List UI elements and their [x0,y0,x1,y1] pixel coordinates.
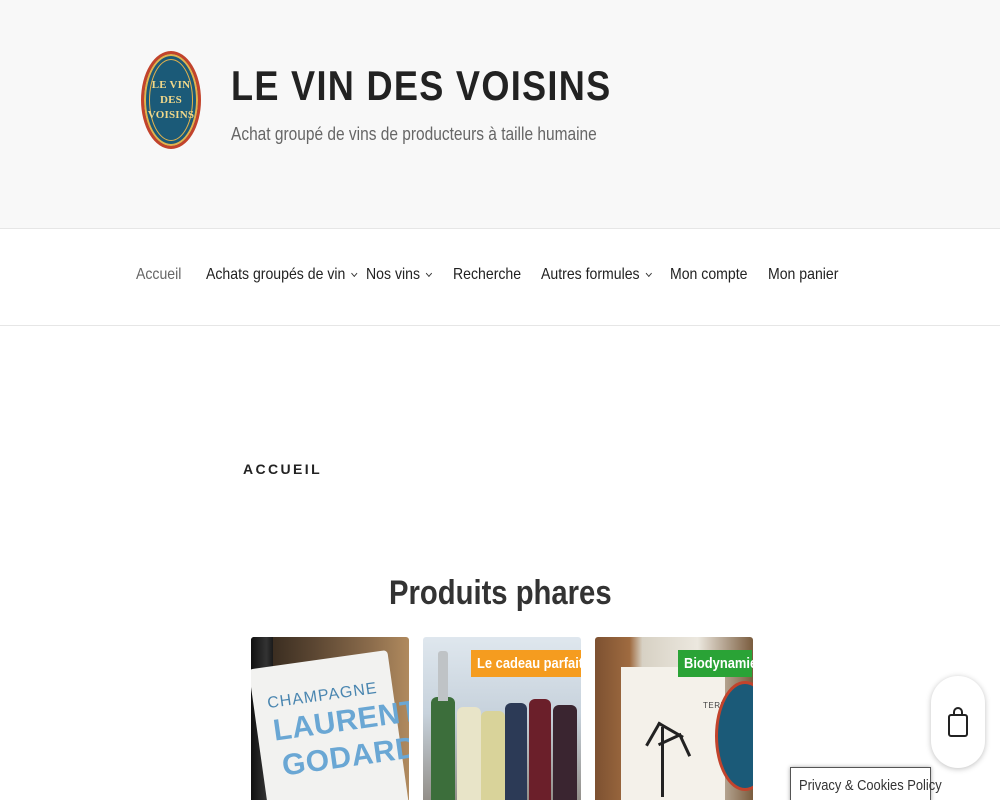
logo-line-2: DES [160,93,182,106]
nav-label: Autres formules [541,266,640,283]
logo-seal: LE VIN DES VOISINS [147,59,195,141]
nav-label: Accueil [136,266,182,283]
bottle-shape [431,697,455,800]
floating-cart-button[interactable] [931,676,985,768]
site-header: LE VIN DES VOISINS LE VIN DES VOISINS Ac… [0,0,1000,228]
product-card-champagne[interactable]: CHAMPAGNE LAURENT GODARD [251,637,409,800]
page-title: ACCUEIL [243,461,323,477]
nav-label: Nos vins [366,266,420,283]
nav-label: Mon panier [768,266,839,283]
product-label: CHAMPAGNE LAURENT GODARD [251,650,409,800]
nav-item-recherche[interactable]: Recherche [453,266,521,284]
bottle-shape [529,699,551,800]
nav-label: Recherche [453,266,522,283]
bottle-shape [505,703,527,800]
chevron-down-icon [426,269,433,278]
nav-item-mon-compte[interactable]: Mon compte [670,266,747,284]
bottle-neck [438,651,448,701]
product-label: TERROIR [621,667,742,800]
nav-item-autres-formules[interactable]: Autres formules [541,266,652,284]
chevron-down-icon [645,269,652,278]
site-title[interactable]: LE VIN DES VOISINS [231,62,611,110]
logo-line-1: LE VIN [151,78,191,91]
shopping-bag-icon [948,707,968,737]
site-tagline: Achat groupé de vins de producteurs à ta… [231,124,597,144]
bottle-shape [553,705,577,800]
nav-label: Achats groupés de vin [206,266,346,283]
privacy-label: Privacy & Cookies Policy [799,776,942,794]
site-logo[interactable]: LE VIN DES VOISINS [141,51,201,149]
bottle-shape [457,707,481,800]
nav-item-accueil[interactable]: Accueil [136,266,181,284]
badge-biodynamie: Biodynamie [678,650,757,677]
nav-item-nos-vins[interactable]: Nos vins [366,266,433,284]
logo-line-3: VOISINS [147,108,195,121]
nav-item-achats-groupes[interactable]: Achats groupés de vin [206,266,358,284]
badge-label: Le cadeau parfait ! [477,655,591,672]
nav-label: Mon compte [670,266,748,283]
nav-item-mon-panier[interactable]: Mon panier [768,266,838,284]
privacy-cookies-button[interactable]: Privacy & Cookies Policy [790,767,942,800]
section-title: Produits phares [388,574,612,612]
chevron-down-icon [351,269,358,278]
badge-gift: Le cadeau parfait ! [471,650,591,677]
bottle-shape [481,711,505,800]
badge-label: Biodynamie [684,655,758,672]
tree-illustration [661,727,697,797]
